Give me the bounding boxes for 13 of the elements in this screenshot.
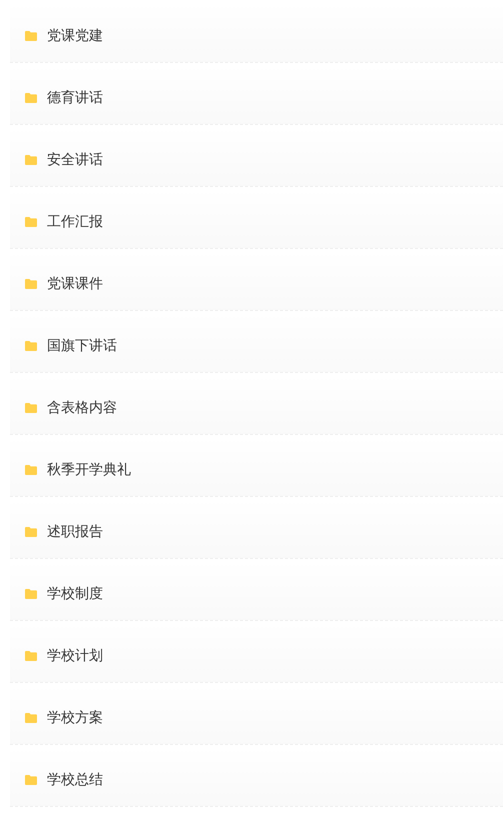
folder-icon <box>25 650 37 660</box>
folder-icon <box>25 712 37 722</box>
folder-icon <box>25 154 37 164</box>
folder-icon <box>25 340 37 350</box>
folder-icon <box>25 526 37 536</box>
folder-icon <box>25 216 37 226</box>
folder-icon <box>25 774 37 784</box>
folder-icon <box>25 402 37 412</box>
folder-icon <box>25 30 37 40</box>
folder-icon <box>25 588 37 598</box>
folder-icon <box>25 92 37 102</box>
folder-icon <box>25 278 37 288</box>
folder-icon <box>25 464 37 474</box>
